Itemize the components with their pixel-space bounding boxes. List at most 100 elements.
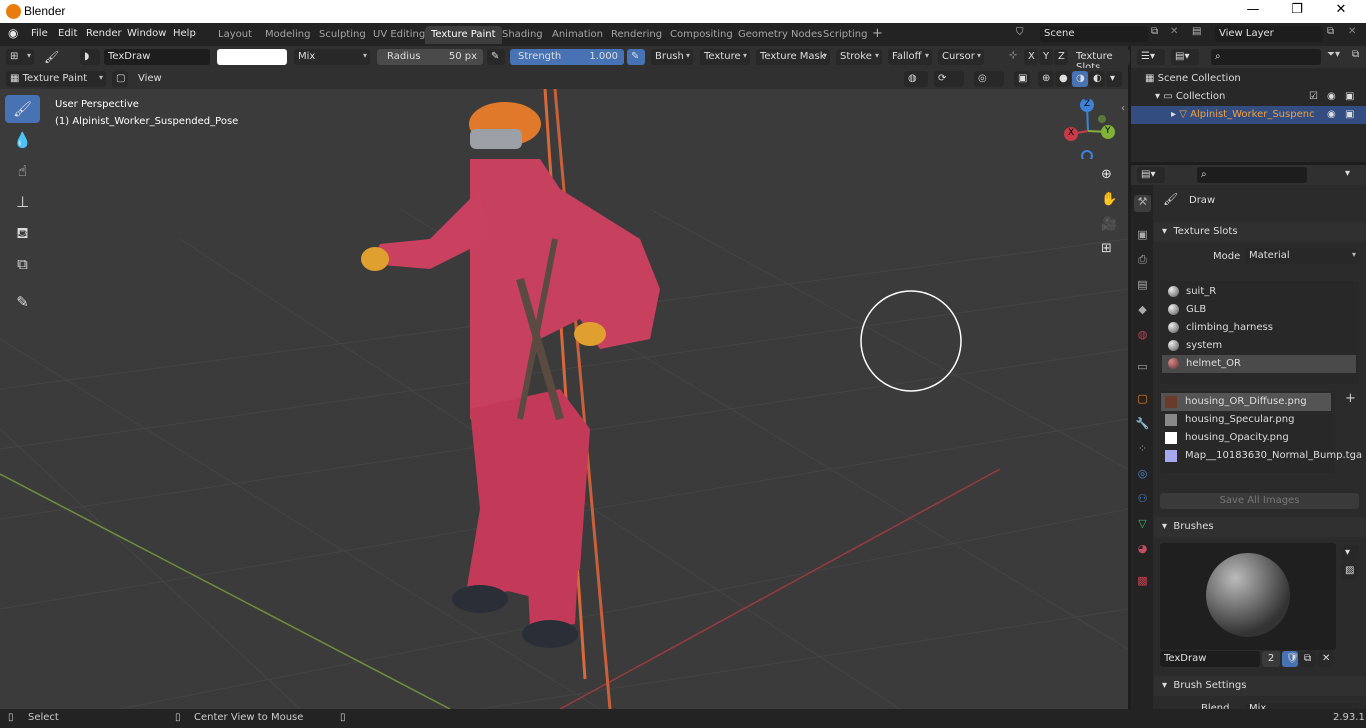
scene-name-field[interactable]: Scene <box>1040 26 1148 42</box>
material-slot-item[interactable]: suit_R <box>1162 283 1356 301</box>
filter-icon[interactable]: ⏷▾ <box>1327 49 1340 60</box>
soften-tool-button[interactable]: 💧 <box>5 126 40 154</box>
collection-row[interactable]: ▾ ▭ Collection ☑ ◉ ▣ <box>1131 88 1366 106</box>
radius-pressure-icon[interactable]: ✎ <box>487 49 505 65</box>
xray-toggle-icon[interactable]: ▣ <box>1014 71 1030 87</box>
rendered-shading-icon[interactable]: ◐ <box>1089 71 1105 87</box>
gizmo-toggle-icon[interactable]: ⟳ <box>934 71 964 87</box>
image-slot-item[interactable]: housing_Opacity.png <box>1161 429 1331 447</box>
brush-preview-chevron-icon[interactable]: ▾ <box>1341 545 1359 561</box>
view-layer-properties-icon[interactable]: ▤ <box>1134 278 1151 295</box>
tab-animation[interactable]: Animation <box>546 26 609 44</box>
texture-properties-icon[interactable]: ▩ <box>1134 574 1151 591</box>
texture-slots-mode-dropdown[interactable]: Material ▾ <box>1245 248 1359 264</box>
properties-search-input[interactable]: ⌕ <box>1197 167 1307 183</box>
scene-properties-icon[interactable]: ◆ <box>1134 303 1151 320</box>
material-slot-item[interactable]: climbing_harness <box>1162 319 1356 337</box>
texture-slots-popover[interactable]: Texture Slots <box>1072 49 1130 73</box>
brush-settings-panel-header[interactable]: ▾ Brush Settings <box>1154 676 1366 696</box>
scene-collection-row[interactable]: ▦ Scene Collection <box>1131 70 1366 88</box>
sidebar-toggle-icon[interactable]: ‹ <box>1121 103 1125 114</box>
menu-falloff[interactable]: Falloff ▾ <box>888 49 932 65</box>
brush-browse-icon[interactable]: ◗ <box>80 49 100 65</box>
new-collection-icon[interactable]: ⧉ <box>1352 49 1359 60</box>
eye-icon[interactable]: ◉ <box>1327 109 1336 120</box>
checkbox-icon[interactable]: ☑ <box>1309 91 1318 102</box>
mode-dropdown[interactable]: ▦ Texture Paint ▾ <box>6 71 106 87</box>
menu-window[interactable]: Window <box>127 28 166 39</box>
physics-icon[interactable]: ◎ <box>1134 467 1151 484</box>
menu-texture-mask[interactable]: Texture Mask ▾ <box>756 49 830 65</box>
pan-hand-icon[interactable]: ✋ <box>1101 192 1117 207</box>
tab-rendering[interactable]: Rendering <box>605 26 668 44</box>
mirror-x-toggle[interactable]: X <box>1024 49 1038 65</box>
texture-slots-panel-header[interactable]: ▾ Texture Slots <box>1154 222 1366 242</box>
tab-uv-editing[interactable]: UV Editing <box>367 26 431 44</box>
outliner-search-input[interactable]: ⌕ <box>1211 49 1321 65</box>
shading-options-icon[interactable]: ▾ <box>1106 71 1122 87</box>
brush-user-count[interactable]: 2 <box>1262 651 1280 667</box>
properties-editor-type-icon[interactable]: ▤▾ <box>1137 167 1165 183</box>
strength-slider[interactable]: Strength 1.000 <box>510 49 624 65</box>
brush-name-field[interactable]: TexDraw <box>104 49 210 65</box>
camera-render-icon[interactable]: ▣ <box>1345 109 1354 120</box>
image-slot-item[interactable]: Map__10183630_Normal_Bump.tga <box>1161 447 1362 465</box>
collection-properties-icon[interactable]: ▭ <box>1134 360 1151 377</box>
chevron-down-icon[interactable]: ▾ <box>1345 168 1350 179</box>
blend-mode-dropdown[interactable]: Mix ▾ <box>294 49 370 65</box>
object-row[interactable]: ▸ ▽ Alpinist_Worker_Suspenc ◉ ▣ <box>1131 106 1366 124</box>
constraints-icon[interactable]: ⚇ <box>1134 492 1151 509</box>
material-preview-shading-icon[interactable]: ◑ <box>1072 71 1088 87</box>
particles-icon[interactable]: ⁘ <box>1134 442 1151 459</box>
delete-view-layer-icon[interactable]: ✕ <box>1348 26 1356 37</box>
image-slot-item[interactable]: housing_Specular.png <box>1161 411 1331 429</box>
menu-render[interactable]: Render <box>86 28 122 39</box>
blender-menu-icon[interactable]: ◉ <box>8 26 18 40</box>
fake-user-shield-icon[interactable]: 🛡 <box>1282 651 1299 667</box>
menu-view[interactable]: View <box>134 71 164 87</box>
menu-stroke[interactable]: Stroke ▾ <box>836 49 882 65</box>
smear-tool-button[interactable]: ☝ <box>5 157 40 185</box>
menu-brush[interactable]: Brush ▾ <box>651 49 693 65</box>
eye-icon[interactable]: ◉ <box>1327 91 1336 102</box>
delete-scene-icon[interactable]: ✕ <box>1170 26 1178 37</box>
mirror-y-toggle[interactable]: Y <box>1039 49 1053 65</box>
view-layer-field[interactable]: View Layer <box>1215 26 1323 42</box>
tab-texture-paint[interactable]: Texture Paint <box>425 26 502 44</box>
tab-compositing[interactable]: Compositing <box>664 26 739 44</box>
paint-mask-icon[interactable]: ▢ <box>112 71 128 87</box>
material-slot-item[interactable]: GLB <box>1162 301 1356 319</box>
tab-modeling[interactable]: Modeling <box>259 26 317 44</box>
tab-geometry-nodes[interactable]: Geometry Nodes <box>732 26 828 44</box>
minimize-button[interactable]: — <box>1238 2 1268 17</box>
material-properties-icon[interactable]: ◕ <box>1134 542 1151 559</box>
wireframe-shading-icon[interactable]: ⊕ <box>1038 71 1054 87</box>
material-slot-item[interactable]: system <box>1162 337 1356 355</box>
world-properties-icon[interactable]: ◍ <box>1134 328 1151 345</box>
outliner-editor-type-icon[interactable]: ☰▾ <box>1137 49 1165 65</box>
modifier-wrench-icon[interactable]: 🔧 <box>1134 417 1151 434</box>
tab-scripting[interactable]: Scripting <box>817 26 873 44</box>
save-all-images-button[interactable]: Save All Images <box>1160 493 1359 509</box>
unlink-brush-icon[interactable]: ✕ <box>1318 651 1334 667</box>
radius-slider[interactable]: Radius 50 px <box>377 49 483 65</box>
close-button[interactable]: ✕ <box>1326 2 1356 17</box>
view-object-types-icon[interactable]: ◍ <box>904 71 928 87</box>
maximize-button[interactable]: ❐ <box>1282 2 1312 17</box>
menu-edit[interactable]: Edit <box>58 28 77 39</box>
mask-tool-button[interactable]: ⧉ <box>5 250 40 278</box>
brush-datablock-name[interactable]: TexDraw <box>1160 651 1260 667</box>
camera-icon[interactable]: 🎥 <box>1101 217 1117 232</box>
new-scene-icon[interactable]: ⧉ <box>1151 26 1158 37</box>
zoom-icon[interactable]: ⊕ <box>1101 167 1112 182</box>
image-slot-item-selected[interactable]: housing_OR_Diffuse.png <box>1161 393 1331 411</box>
display-mode-icon[interactable]: ▤▾ <box>1171 49 1199 65</box>
camera-render-icon[interactable]: ▣ <box>1345 91 1354 102</box>
menu-file[interactable]: File <box>31 28 48 39</box>
solid-shading-icon[interactable]: ● <box>1055 71 1071 87</box>
strength-pressure-icon[interactable]: ✎ <box>627 49 645 65</box>
scene-icon[interactable]: ⛉ <box>1016 27 1024 38</box>
3d-viewport[interactable]: User Perspective (1) Alpinist_Worker_Sus… <box>0 89 1128 709</box>
custom-icon-toggle[interactable]: ▨ <box>1341 563 1359 579</box>
brushes-panel-header[interactable]: ▾ Brushes <box>1154 517 1366 537</box>
